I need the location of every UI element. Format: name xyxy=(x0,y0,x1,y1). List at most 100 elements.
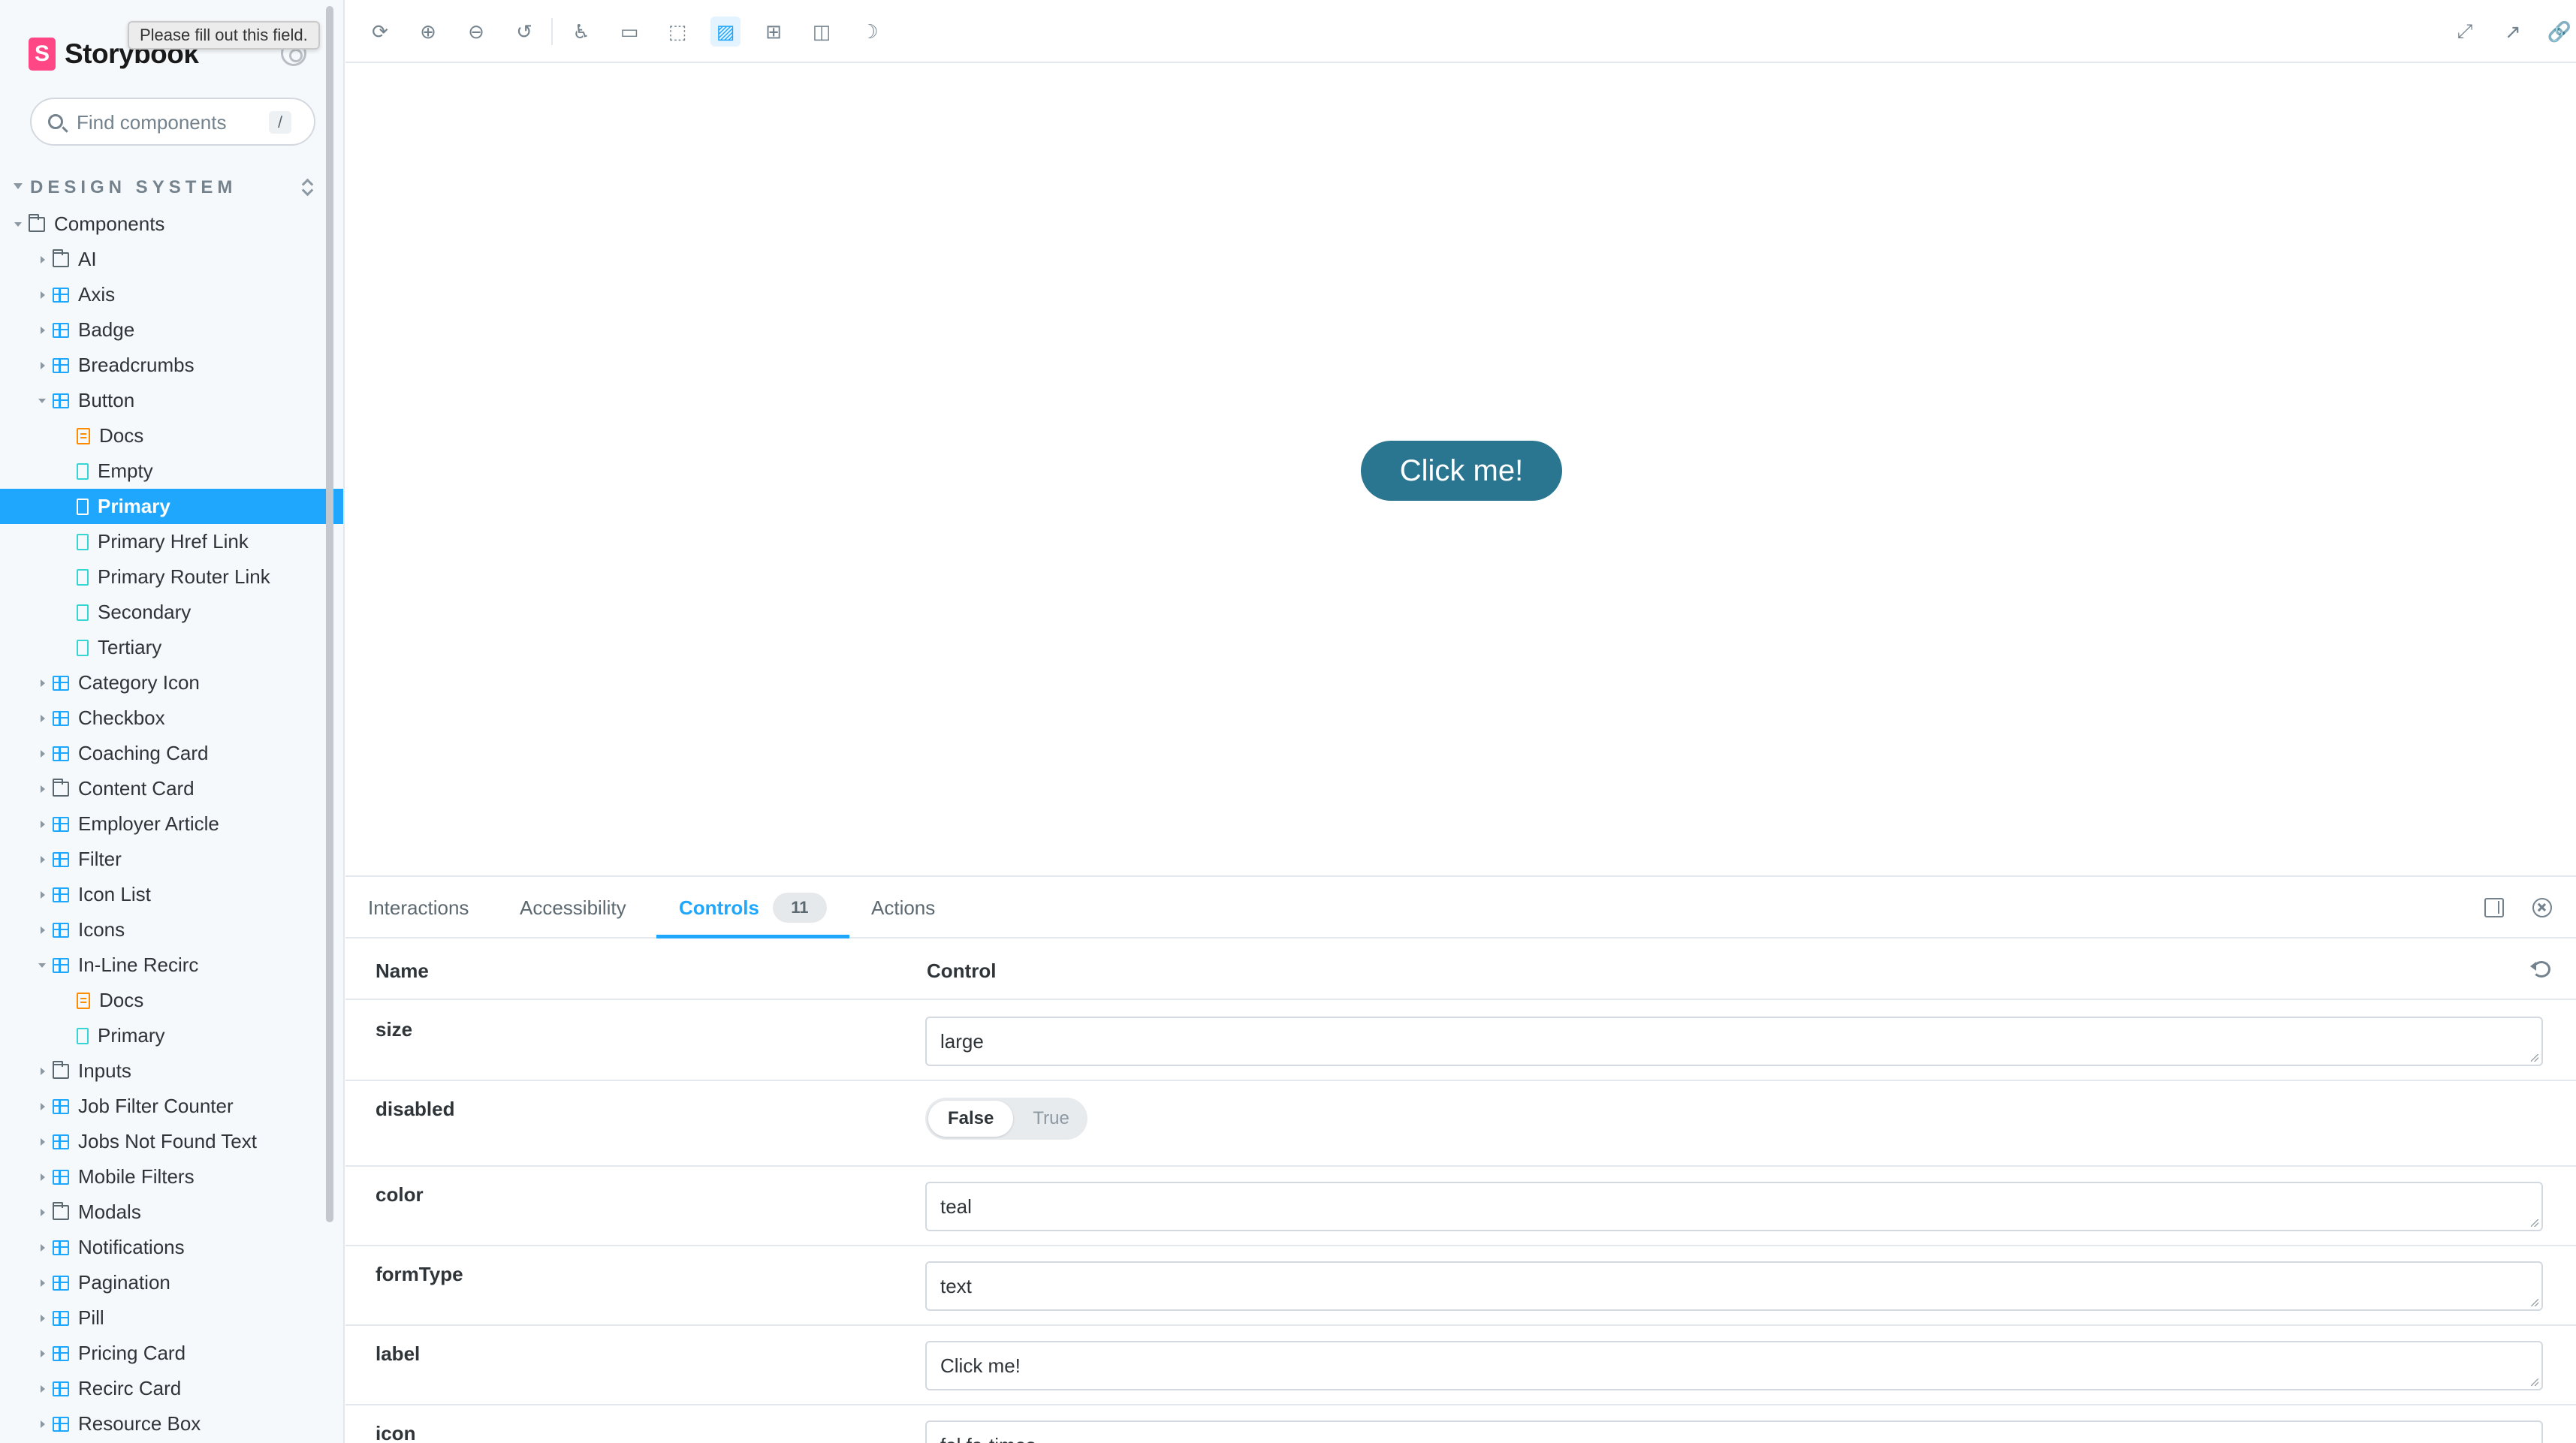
chevron-right-icon[interactable] xyxy=(38,854,48,865)
sidebar-scrollbar[interactable] xyxy=(326,6,333,1222)
copy-link-icon[interactable]: 🔗 xyxy=(2544,17,2574,47)
chevron-right-icon[interactable] xyxy=(38,1348,48,1359)
sidebar-item-empty[interactable]: Empty xyxy=(0,453,343,489)
sidebar-item-mobile-filters[interactable]: Mobile Filters xyxy=(0,1159,343,1194)
sidebar-item-label: Empty xyxy=(98,459,153,482)
sidebar-item-resource-box[interactable]: Resource Box xyxy=(0,1406,343,1441)
chevron-right-icon[interactable] xyxy=(38,925,48,935)
chevron-down-icon[interactable] xyxy=(38,960,48,971)
sidebar-item-components[interactable]: Components xyxy=(0,206,343,242)
theme-icon[interactable]: ☽ xyxy=(855,17,885,47)
sidebar-item-checkbox[interactable]: Checkbox xyxy=(0,700,343,736)
demo-primary-button[interactable]: Click me! xyxy=(1361,441,1562,501)
chevron-right-icon[interactable] xyxy=(38,325,48,336)
reload-icon[interactable]: ⟳ xyxy=(365,17,395,47)
sidebar-item-inputs[interactable]: Inputs xyxy=(0,1053,343,1089)
story-icon xyxy=(77,462,89,480)
sidebar-item-badge[interactable]: Badge xyxy=(0,312,343,348)
zoom-out-icon[interactable]: ⊖ xyxy=(461,17,491,47)
sidebar-item-docs[interactable]: Docs xyxy=(0,983,343,1018)
measure-icon[interactable]: ◫ xyxy=(807,17,837,47)
sidebar-item-coaching-card[interactable]: Coaching Card xyxy=(0,736,343,771)
storybook-logo-icon: S xyxy=(29,38,56,71)
sidebar-item-button[interactable]: Button xyxy=(0,383,343,418)
sidebar-item-docs[interactable]: Docs xyxy=(0,418,343,453)
tab-actions[interactable]: Actions xyxy=(871,877,935,938)
panel-position-icon[interactable] xyxy=(2484,898,2504,917)
open-new-tab-icon[interactable]: ↗ xyxy=(2498,17,2528,47)
chevron-right-icon[interactable] xyxy=(38,290,48,300)
chevron-right-icon[interactable] xyxy=(38,1419,48,1429)
chevron-down-icon[interactable] xyxy=(38,396,48,406)
sidebar-item-breadcrumbs[interactable]: Breadcrumbs xyxy=(0,348,343,383)
sidebar-item-tertiary[interactable]: Tertiary xyxy=(0,630,343,665)
chevron-right-icon[interactable] xyxy=(38,678,48,688)
sidebar-item-label: Tertiary xyxy=(98,636,162,658)
close-panel-icon[interactable] xyxy=(2532,898,2552,917)
expand-collapse-all-icon[interactable] xyxy=(302,177,314,197)
chevron-right-icon[interactable] xyxy=(38,784,48,794)
zoom-in-icon[interactable]: ⊕ xyxy=(413,17,443,47)
search-input[interactable] xyxy=(77,108,279,137)
icon-input[interactable]: fal fa-times xyxy=(925,1420,2543,1443)
sidebar-item-icons[interactable]: Icons xyxy=(0,912,343,947)
sidebar-item-icon-list[interactable]: Icon List xyxy=(0,877,343,912)
sidebar-item-content-card[interactable]: Content Card xyxy=(0,771,343,806)
outline-icon[interactable]: ⬚ xyxy=(662,17,692,47)
zoom-reset-icon[interactable]: ↺ xyxy=(509,17,539,47)
sidebar-item-ai[interactable]: AI xyxy=(0,242,343,277)
tab-controls[interactable]: Controls 11 xyxy=(656,877,849,938)
color-input[interactable]: teal xyxy=(925,1182,2543,1231)
sidebar-item-axis[interactable]: Axis xyxy=(0,277,343,312)
size-input[interactable]: large xyxy=(925,1017,2543,1066)
grid-icon[interactable]: ⊞ xyxy=(759,17,789,47)
sidebar-item-filter[interactable]: Filter xyxy=(0,842,343,877)
sidebar-item-modals[interactable]: Modals xyxy=(0,1194,343,1230)
chevron-right-icon[interactable] xyxy=(38,1278,48,1288)
sidebar-item-notifications[interactable]: Notifications xyxy=(0,1230,343,1265)
fullscreen-icon[interactable]: ⤢ xyxy=(2450,17,2480,47)
section-header-design-system[interactable]: DESIGN SYSTEM xyxy=(14,177,314,197)
reset-controls-icon[interactable] xyxy=(2530,961,2550,978)
sidebar-item-primary[interactable]: Primary xyxy=(0,489,343,524)
disabled-toggle[interactable]: False True xyxy=(925,1098,1087,1140)
chevron-right-icon[interactable] xyxy=(38,1137,48,1147)
sidebar-item-secondary[interactable]: Secondary xyxy=(0,595,343,630)
chevron-right-icon[interactable] xyxy=(38,713,48,724)
sidebar-item-pricing-card[interactable]: Pricing Card xyxy=(0,1336,343,1371)
label-input[interactable]: Click me! xyxy=(925,1341,2543,1390)
toggle-false-option[interactable]: False xyxy=(928,1101,1014,1137)
chevron-right-icon[interactable] xyxy=(38,1384,48,1394)
tab-interactions[interactable]: Interactions xyxy=(368,877,469,938)
chevron-right-icon[interactable] xyxy=(38,1313,48,1324)
chevron-down-icon[interactable] xyxy=(14,219,24,230)
chevron-right-icon[interactable] xyxy=(38,255,48,265)
chevron-right-icon[interactable] xyxy=(38,1101,48,1112)
sidebar-item-primary-href-link[interactable]: Primary Href Link xyxy=(0,524,343,559)
search-box[interactable]: / xyxy=(30,98,315,146)
chevron-right-icon[interactable] xyxy=(38,1172,48,1182)
toggle-true-option[interactable]: True xyxy=(1013,1101,1088,1137)
sidebar-item-recirc-card[interactable]: Recirc Card xyxy=(0,1371,343,1406)
background-icon[interactable]: ▨ xyxy=(710,17,741,47)
tab-accessibility[interactable]: Accessibility xyxy=(520,877,626,938)
chevron-right-icon[interactable] xyxy=(38,890,48,900)
viewport-icon[interactable]: ▭ xyxy=(614,17,644,47)
formtype-input[interactable]: text xyxy=(925,1261,2543,1311)
chevron-right-icon[interactable] xyxy=(38,1207,48,1218)
accessibility-icon[interactable]: ♿ xyxy=(566,17,596,47)
sidebar-item-in-line-recirc[interactable]: In-Line Recirc xyxy=(0,947,343,983)
chevron-right-icon[interactable] xyxy=(38,360,48,371)
sidebar-item-category-icon[interactable]: Category Icon xyxy=(0,665,343,700)
chevron-right-icon[interactable] xyxy=(38,1243,48,1253)
chevron-right-icon[interactable] xyxy=(38,1066,48,1077)
sidebar-item-pagination[interactable]: Pagination xyxy=(0,1265,343,1300)
sidebar-item-pill[interactable]: Pill xyxy=(0,1300,343,1336)
sidebar-item-job-filter-counter[interactable]: Job Filter Counter xyxy=(0,1089,343,1124)
chevron-right-icon[interactable] xyxy=(38,819,48,830)
chevron-right-icon[interactable] xyxy=(38,749,48,759)
sidebar-item-primary-router-link[interactable]: Primary Router Link xyxy=(0,559,343,595)
sidebar-item-primary[interactable]: Primary xyxy=(0,1018,343,1053)
sidebar-item-jobs-not-found-text[interactable]: Jobs Not Found Text xyxy=(0,1124,343,1159)
sidebar-item-employer-article[interactable]: Employer Article xyxy=(0,806,343,842)
